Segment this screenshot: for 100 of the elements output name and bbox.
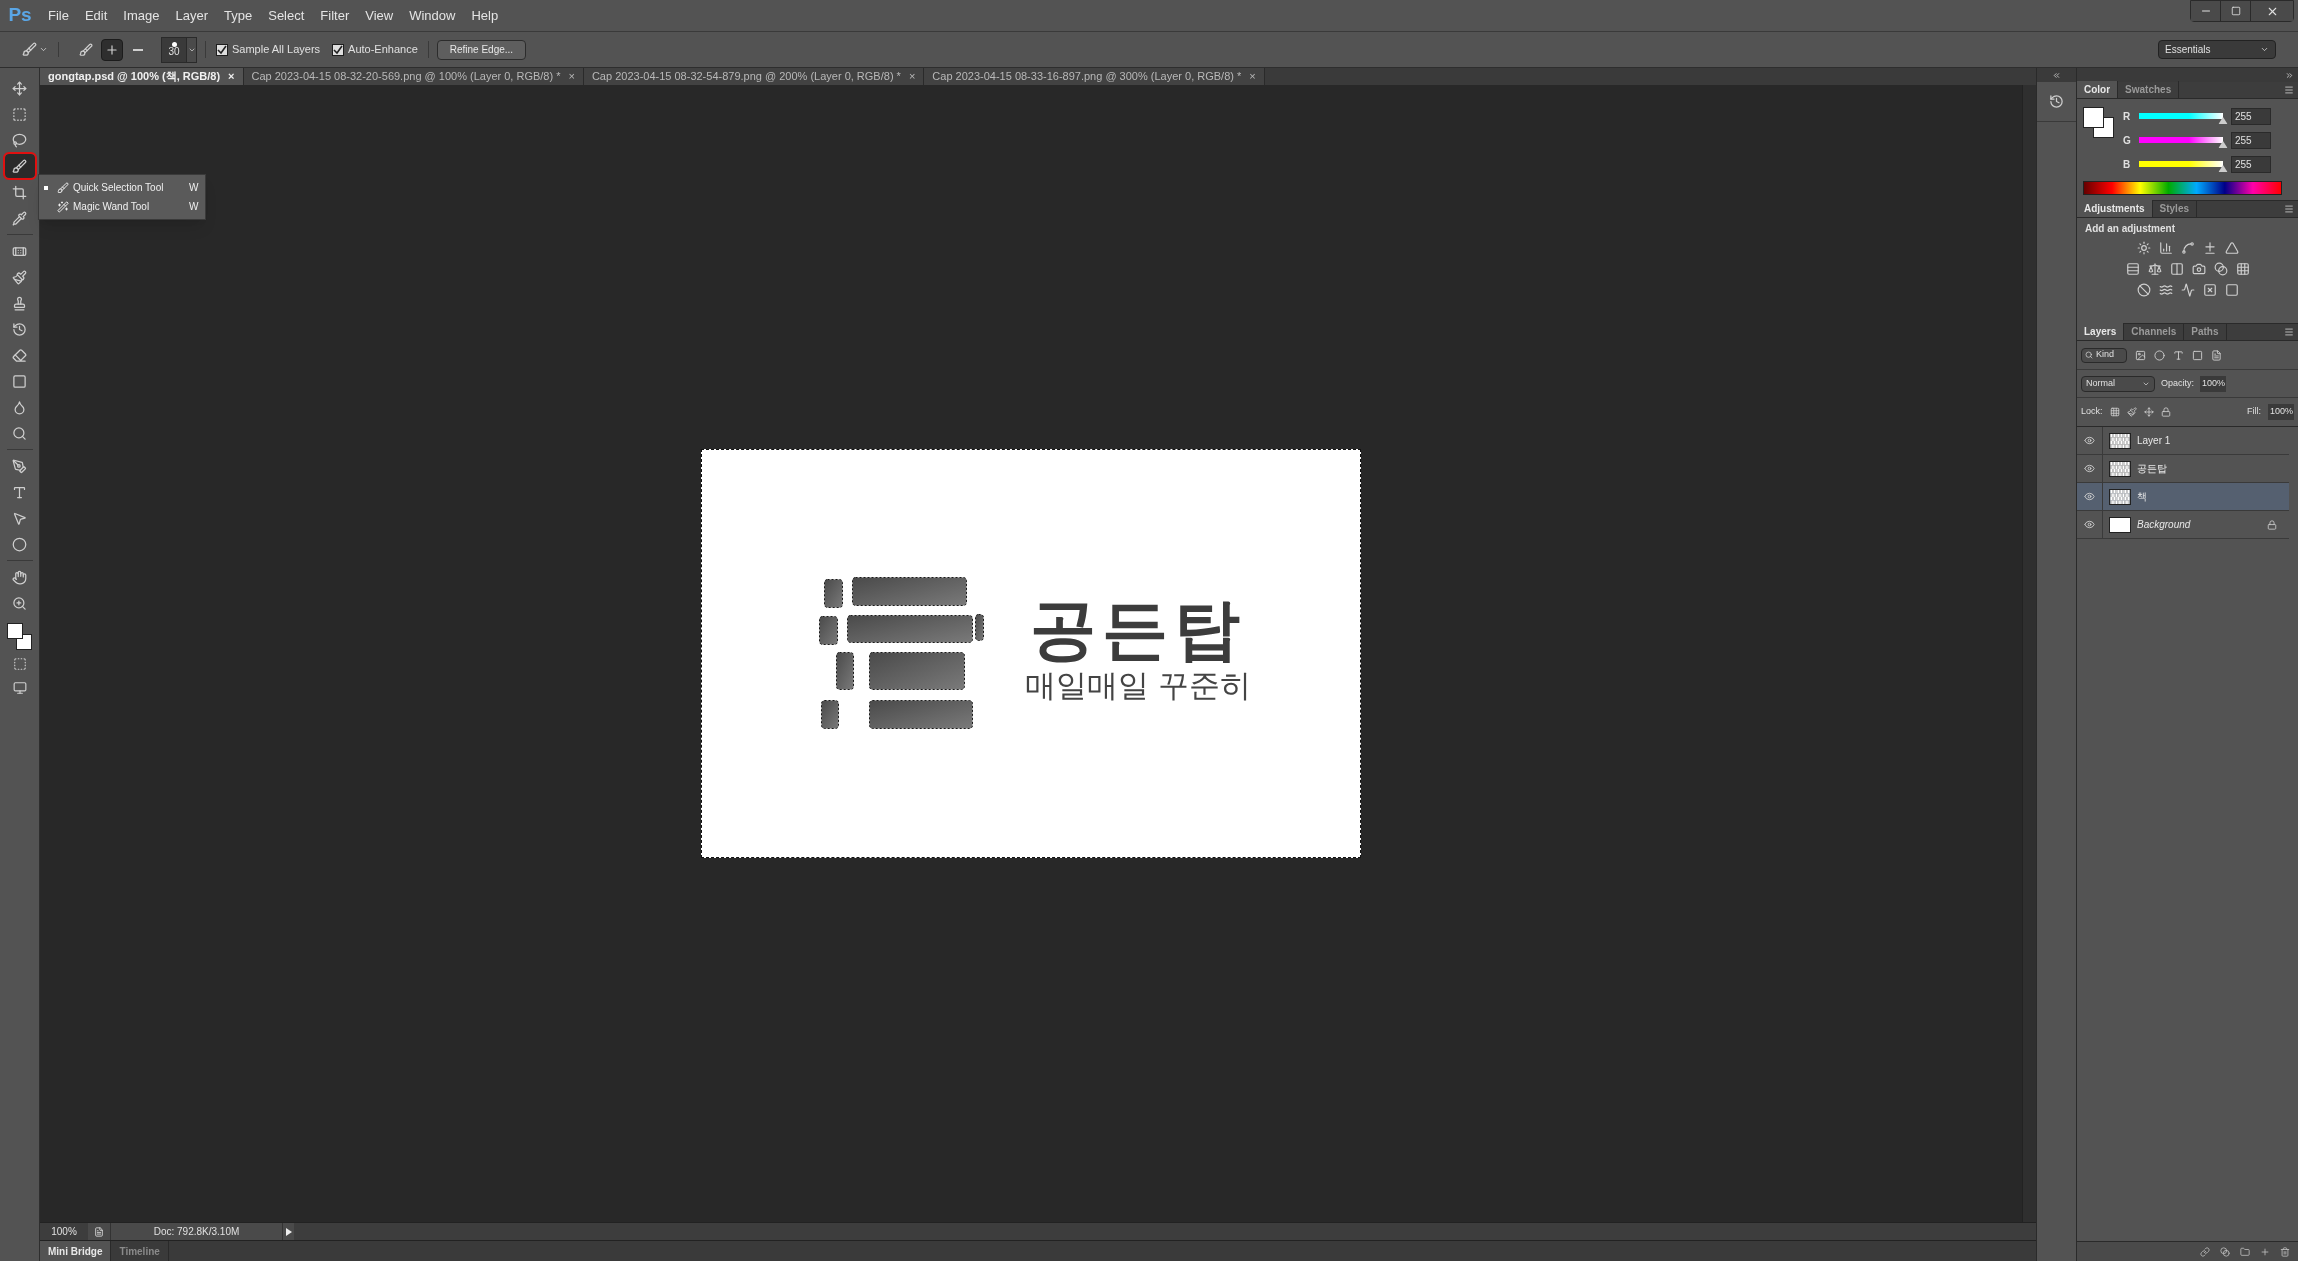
channel-value[interactable]: 255 (2231, 131, 2271, 149)
half-square-icon[interactable] (2169, 262, 2184, 276)
slider-thumb[interactable] (2218, 141, 2228, 148)
zigzag-icon[interactable] (2180, 283, 2195, 297)
tab-close[interactable]: × (908, 68, 916, 85)
menu-item[interactable]: Window (401, 5, 464, 26)
bar-chart-icon[interactable] (2158, 241, 2173, 255)
lock-icon[interactable] (2160, 407, 2171, 417)
history-icon[interactable] (2049, 94, 2064, 109)
menu-item[interactable]: Layer (167, 5, 217, 26)
layer-row[interactable]: Background (2077, 511, 2289, 539)
overlapping-circles-icon[interactable] (2220, 1246, 2230, 1257)
panel-menu-icon[interactable] (2284, 204, 2294, 214)
play-icon[interactable] (285, 1227, 292, 1236)
slider-thumb[interactable] (2218, 165, 2228, 172)
panel-tab[interactable]: Styles (2152, 200, 2198, 217)
vertical-scrollbar[interactable] (2022, 85, 2036, 1222)
scales-icon[interactable] (2147, 262, 2162, 276)
panel-tab[interactable]: Swatches (2118, 81, 2180, 98)
plus-minus-icon[interactable] (2202, 241, 2217, 255)
layer-row[interactable]: 책 (2077, 483, 2289, 511)
panel-tab[interactable]: Layers (2077, 323, 2125, 340)
maximize-button[interactable] (2221, 1, 2251, 21)
shape-icon[interactable] (2192, 349, 2203, 361)
folder-icon[interactable] (2240, 1246, 2250, 1257)
camera-icon[interactable] (2191, 262, 2206, 276)
eye-icon[interactable] (2084, 491, 2095, 502)
curve-icon[interactable] (2180, 241, 2195, 255)
layer-row[interactable]: 공든탑 (2077, 455, 2289, 483)
color-swatches[interactable] (2083, 107, 2115, 139)
menu-item[interactable]: Select (260, 5, 313, 26)
move-icon[interactable] (2143, 407, 2154, 417)
channel-value[interactable]: 255 (2231, 107, 2271, 125)
menu-item[interactable]: Help (463, 5, 507, 26)
document-icon[interactable] (2211, 349, 2222, 361)
close-button[interactable] (2251, 1, 2293, 21)
refine-edge-button[interactable]: Refine Edge... (436, 39, 527, 60)
rows-icon[interactable] (2125, 262, 2140, 276)
link-icon[interactable] (2200, 1246, 2210, 1257)
panel-tab[interactable]: Color (2077, 81, 2119, 98)
checkbox[interactable] (216, 43, 228, 56)
panel-tab[interactable]: Channels (2124, 323, 2185, 340)
workspace-dropdown[interactable]: Essentials (2158, 40, 2276, 59)
fill-field[interactable]: 100% (2268, 404, 2294, 420)
menu-item[interactable]: Type (216, 5, 261, 26)
menu-item[interactable]: View (357, 5, 402, 26)
selection-mode-button[interactable] (101, 38, 123, 61)
flyout-item[interactable]: Magic Wand Tool W (39, 197, 205, 216)
square-x-icon[interactable] (2202, 283, 2217, 297)
flyout-item[interactable]: Quick Selection Tool W (39, 178, 205, 197)
eye-icon[interactable] (2084, 463, 2095, 474)
grid-icon[interactable] (2109, 407, 2120, 417)
collapse-icon[interactable] (2052, 70, 2061, 80)
tab-close[interactable]: × (228, 68, 235, 85)
wand-icon (57, 200, 69, 213)
expand-icon[interactable] (2285, 70, 2294, 80)
grid-icon[interactable] (2235, 262, 2250, 276)
layer-row[interactable]: Layer 1 (2077, 427, 2289, 455)
waves-icon[interactable] (2158, 283, 2173, 297)
panel-menu-icon[interactable] (2284, 327, 2294, 337)
document-tab[interactable]: Cap 2023-04-15 08-32-54-879.png @ 200% (Layer 0, RGB/8) * × (583, 68, 925, 85)
tool-button[interactable] (4, 154, 35, 178)
overlapping-circles-icon[interactable] (2213, 262, 2228, 276)
opacity-field[interactable]: 100% (2200, 375, 2226, 392)
tab-close[interactable]: × (1249, 68, 1256, 85)
panel-tab[interactable]: Mini Bridge (40, 1241, 112, 1261)
menu-item[interactable]: File (40, 5, 77, 26)
minimize-button[interactable] (2191, 1, 2221, 21)
menu-item[interactable]: Edit (76, 5, 116, 26)
circle-slash-icon[interactable] (2136, 283, 2151, 297)
color-swatches[interactable] (6, 623, 33, 651)
triangle-icon[interactable] (2224, 241, 2239, 255)
tab-close[interactable]: × (568, 68, 575, 85)
panel-tab[interactable]: Adjustments (2077, 200, 2153, 217)
document-tab[interactable]: Cap 2023-04-15 08-33-16-897.png @ 300% (Layer 0, RGB/8) * × (924, 68, 1265, 85)
brush-size-picker[interactable]: 30 (161, 36, 197, 63)
blend-mode-dropdown[interactable]: Normal (2081, 375, 2155, 392)
eye-icon[interactable] (2084, 519, 2095, 530)
sun-icon[interactable] (2136, 241, 2151, 255)
image-icon[interactable] (2135, 349, 2146, 361)
paintbrush-icon[interactable] (2126, 407, 2137, 417)
tool-preset-button[interactable] (22, 42, 59, 57)
document-tab[interactable]: Cap 2023-04-15 08-32-20-569.png @ 100% (Layer 0, RGB/8) * × (243, 68, 584, 85)
menu-item[interactable]: Filter (312, 5, 358, 26)
checkbox[interactable] (332, 43, 345, 56)
filter-dropdown[interactable]: Kind (2081, 347, 2127, 363)
slider-thumb[interactable] (2218, 117, 2228, 124)
color-spectrum[interactable] (2083, 181, 2282, 195)
panel-menu-icon[interactable] (2284, 85, 2294, 95)
channel-value[interactable]: 255 (2231, 155, 2271, 173)
panel-tab[interactable]: Paths (2184, 323, 2227, 340)
menu-item[interactable]: Image (115, 5, 168, 26)
document-tab[interactable]: gongtap.psd @ 100% (책, RGB/8) × (40, 68, 244, 85)
eye-icon[interactable] (2084, 435, 2095, 446)
trash-icon[interactable] (2280, 1246, 2290, 1257)
square-icon[interactable] (2224, 283, 2239, 297)
type-icon[interactable] (2173, 349, 2184, 361)
circle-icon[interactable] (2154, 349, 2165, 361)
panel-tab[interactable]: Timeline (111, 1241, 169, 1261)
new-layer-icon[interactable] (2260, 1246, 2270, 1257)
